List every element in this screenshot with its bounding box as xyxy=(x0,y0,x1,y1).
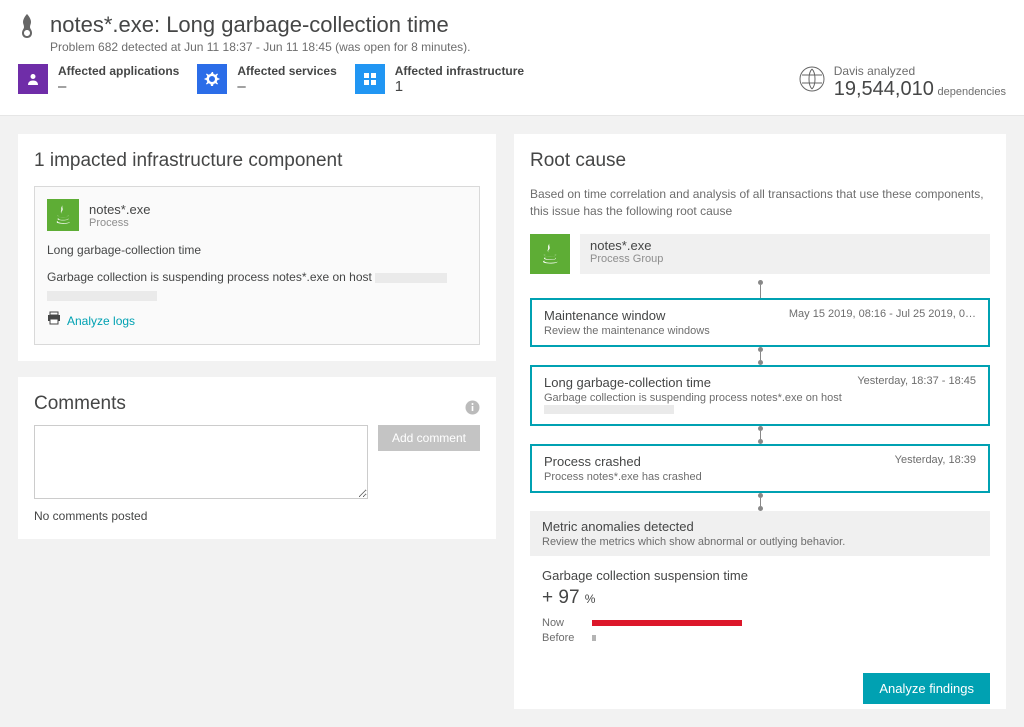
java-icon xyxy=(530,234,570,274)
anomaly-change-pct: % xyxy=(585,592,596,606)
root-cause-title: Root cause xyxy=(530,150,990,172)
thermometer-icon xyxy=(18,12,38,46)
gear-icon xyxy=(197,64,227,94)
comments-panel: Comments Add comment No comments posted xyxy=(18,377,496,539)
before-label: Before xyxy=(542,632,582,644)
no-comments-text: No comments posted xyxy=(34,509,480,523)
connector xyxy=(530,280,990,298)
impacted-entity-card[interactable]: notes*.exe Process Long garbage-collecti… xyxy=(34,186,480,345)
now-bar xyxy=(592,620,742,626)
affected-services-value: – xyxy=(237,78,336,95)
java-icon xyxy=(47,199,79,231)
impacted-title: 1 impacted infrastructure component xyxy=(34,150,480,172)
root-cause-subtitle: Based on time correlation and analysis o… xyxy=(530,186,990,220)
redacted-host xyxy=(375,273,447,283)
analyze-logs-label: Analyze logs xyxy=(67,312,135,331)
davis-icon xyxy=(798,65,826,100)
anomalies-header: Metric anomalies detected Review the met… xyxy=(530,511,990,556)
affected-apps-value: – xyxy=(58,78,179,95)
rc-event-time: Yesterday, 18:39 xyxy=(895,454,976,466)
now-label: Now xyxy=(542,617,582,629)
anomaly-change-value: + 97 xyxy=(542,587,580,608)
davis-analyzed: Davis analyzed 19,544,010 dependencies xyxy=(798,64,1006,101)
davis-number: 19,544,010 xyxy=(834,78,934,100)
info-icon[interactable] xyxy=(465,400,480,419)
affected-apps-label: Affected applications xyxy=(58,64,179,78)
impacted-problem-title: Long garbage-collection time xyxy=(47,241,467,260)
impacted-entity-name: notes*.exe xyxy=(89,202,150,217)
before-bar xyxy=(592,635,596,641)
anomalies-subtitle: Review the metrics which show abnormal o… xyxy=(542,536,978,548)
rc-event-title: Maintenance window xyxy=(544,308,710,323)
impacted-problem-desc: Garbage collection is suspending process… xyxy=(47,270,375,284)
davis-label: Davis analyzed xyxy=(834,64,1006,78)
affected-apps-metric: Affected applications – xyxy=(18,64,179,95)
rc-event-time: May 15 2019, 08:16 - Jul 25 2019, 0… xyxy=(789,308,976,320)
rc-event-title: Long garbage-collection time xyxy=(544,375,849,390)
davis-suffix: dependencies xyxy=(937,86,1006,98)
add-comment-button[interactable]: Add comment xyxy=(378,425,480,451)
analyze-logs-link[interactable]: Analyze logs xyxy=(47,311,135,332)
affected-infra-label: Affected infrastructure xyxy=(395,64,524,78)
rc-event-gc[interactable]: Long garbage-collection time Garbage col… xyxy=(530,365,990,426)
page-title: notes*.exe: Long garbage-collection time xyxy=(50,12,470,38)
rc-event-crash[interactable]: Process crashed Process notes*.exe has c… xyxy=(530,444,990,493)
analyze-findings-button[interactable]: Analyze findings xyxy=(863,673,990,704)
anomaly-metric-name: Garbage collection suspension time xyxy=(542,568,978,583)
connector xyxy=(530,426,990,444)
root-cause-panel: Root cause Based on time correlation and… xyxy=(514,134,1006,709)
problem-header: notes*.exe: Long garbage-collection time… xyxy=(0,0,1024,116)
comments-title: Comments xyxy=(34,393,126,415)
rc-event-title: Process crashed xyxy=(544,454,702,469)
rc-event-desc: Review the maintenance windows xyxy=(544,325,710,337)
rc-event-time: Yesterday, 18:37 - 18:45 xyxy=(857,375,976,387)
impacted-panel: 1 impacted infrastructure component note… xyxy=(18,134,496,361)
rc-entity-type: Process Group xyxy=(590,253,980,265)
affected-services-metric: Affected services – xyxy=(197,64,336,95)
printer-icon xyxy=(47,311,61,332)
connector xyxy=(530,347,990,365)
connector xyxy=(530,493,990,511)
grid-icon xyxy=(355,64,385,94)
user-icon xyxy=(18,64,48,94)
affected-services-label: Affected services xyxy=(237,64,336,78)
page-subtitle: Problem 682 detected at Jun 11 18:37 - J… xyxy=(50,40,470,54)
root-cause-entity[interactable]: notes*.exe Process Group xyxy=(530,234,990,274)
impacted-entity-type: Process xyxy=(89,217,150,229)
rc-entity-name: notes*.exe xyxy=(590,238,980,253)
anomalies-title: Metric anomalies detected xyxy=(542,519,978,534)
affected-infra-metric: Affected infrastructure 1 xyxy=(355,64,524,95)
rc-event-desc: Garbage collection is suspending process… xyxy=(544,392,842,404)
comment-input[interactable] xyxy=(34,425,368,499)
rc-event-maintenance[interactable]: Maintenance window Review the maintenanc… xyxy=(530,298,990,347)
anomalies-body: Garbage collection suspension time + 97 … xyxy=(530,556,990,659)
affected-infra-value: 1 xyxy=(395,78,524,95)
redacted-line xyxy=(47,291,157,301)
redacted-host xyxy=(544,405,674,414)
rc-event-desc: Process notes*.exe has crashed xyxy=(544,471,702,483)
